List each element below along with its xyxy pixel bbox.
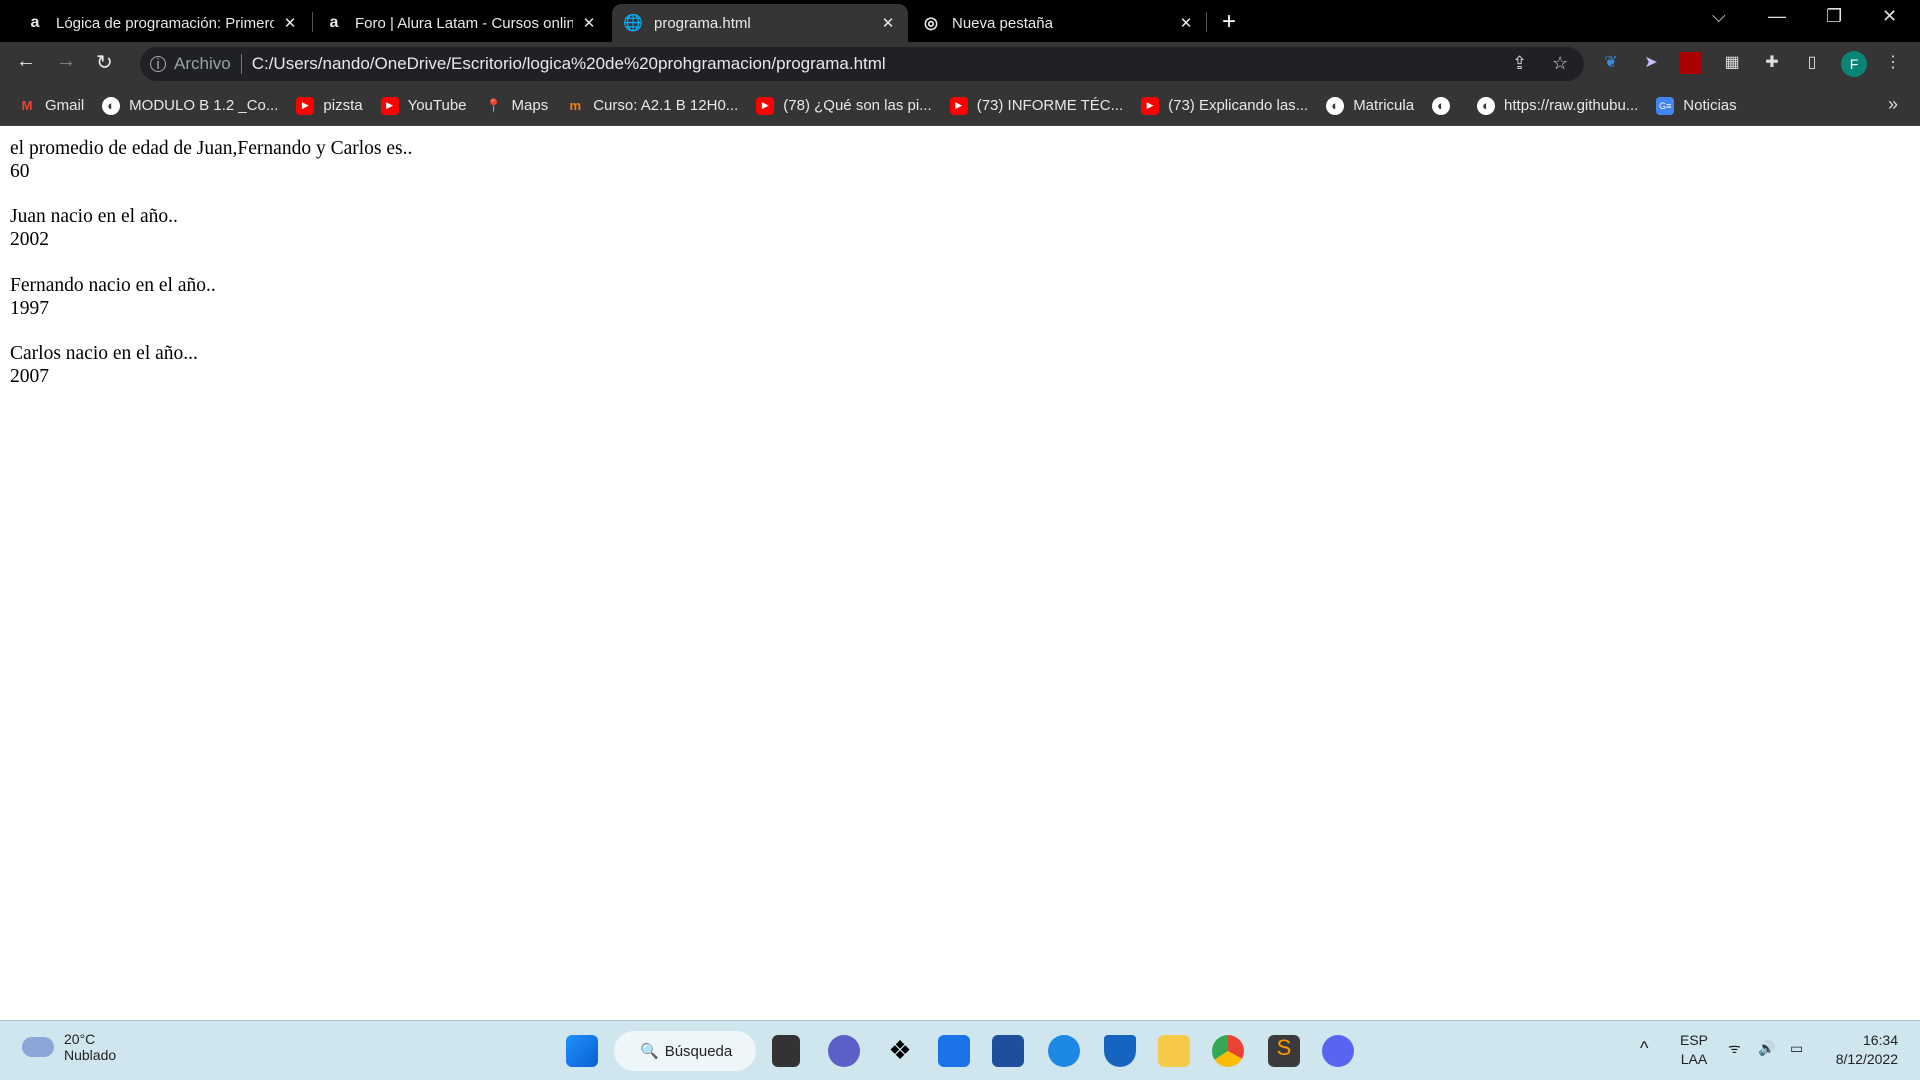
extensions-puzzle-icon[interactable]: ✚ [1761,52,1783,74]
average-value: 60 [10,160,30,182]
average-label: el promedio de edad de Juan,Fernando y C… [10,138,413,159]
bookmark-gmail[interactable]: M Gmail [18,97,85,115]
juan-value: 2002 [10,229,49,251]
youtube-icon: ▶ [756,96,775,115]
tab-programa[interactable]: 🌐 programa.html ✕ [612,4,908,42]
weather-widget[interactable]: 20°C Nublado [22,1031,116,1063]
reload-button[interactable]: ↻ [96,50,113,75]
bookmark-star-icon[interactable]: ☆ [1552,53,1568,74]
windows-start-icon[interactable] [566,1035,598,1067]
url-text[interactable]: C:/Users/nando/OneDrive/Escritorio/logic… [252,54,886,74]
wifi-icon[interactable]: ᯤ [1728,1039,1741,1058]
dropbox-icon[interactable]: ❖ [884,1035,916,1067]
bookmark-github-raw[interactable]: ◐ https://raw.githubu... [1477,96,1638,115]
sublime-text-icon[interactable]: S [1268,1035,1300,1067]
avatar[interactable]: F [1841,51,1867,77]
carlos-label: Carlos nacio en el año... [10,343,198,365]
tab-nueva-pestana[interactable]: ◎ Nueva pestaña ✕ [910,4,1206,42]
close-tab-icon[interactable]: ✕ [1178,14,1194,32]
restore-button[interactable]: ❐ [1826,6,1842,27]
close-tab-icon[interactable]: ✕ [581,14,597,32]
side-panel-icon[interactable]: ▯ [1801,52,1823,74]
forward-button[interactable]: → [56,50,76,73]
search-icon: 🔍 [640,1043,659,1060]
extension-red-icon[interactable] [1680,52,1702,74]
task-view-icon[interactable] [772,1035,800,1067]
bookmark-modulo[interactable]: ◐ MODULO B 1.2 _Co... [102,96,278,115]
more-bookmarks-button[interactable]: » [1888,94,1898,115]
file-explorer-icon[interactable] [1158,1035,1190,1067]
globe-icon: ◐ [102,96,121,115]
bookmark-informe[interactable]: ▶ (73) INFORME TÉC... [949,96,1123,115]
bookmark-curso[interactable]: m Curso: A2.1 B 12H0... [566,97,738,115]
globe-icon: ◐ [1477,96,1496,115]
extension-cursor-icon[interactable]: ➤ [1640,52,1662,74]
carlos-value: 2007 [10,365,49,387]
bookmark-explicando[interactable]: ▶ (73) Explicando las... [1141,96,1308,115]
minimize-button[interactable]: — [1768,6,1786,27]
alura-icon: a [329,14,339,31]
globe-icon: ◐ [1326,96,1345,115]
bookmarks-bar: M Gmail ◐ MODULO B 1.2 _Co... ▶ pizsta ▶ You… [0,86,1920,126]
back-button[interactable]: ← [16,50,36,73]
globe-icon: 🌐 [623,15,643,32]
qr-code-icon[interactable]: ▦ [1721,52,1743,74]
extension-feather-icon[interactable]: ❦ [1600,52,1622,74]
cloud-icon [22,1037,54,1057]
menu-kebab-icon[interactable]: ⋮ [1882,52,1904,74]
bookmark-matricula[interactable]: ◐ Matricula [1326,96,1414,115]
discord-icon[interactable] [1322,1035,1354,1067]
maps-icon: 📍 [485,97,502,113]
bookmark-noticias[interactable]: G≡ Noticias [1656,96,1737,115]
tab-divider [1206,12,1207,32]
bookmark-maps[interactable]: 📍 Maps [485,97,548,115]
mail-icon[interactable] [938,1035,970,1067]
close-window-button[interactable]: ✕ [1882,6,1897,27]
youtube-icon: ▶ [949,96,968,115]
taskbar: 20°C Nublado 🔍 Búsqueda ❖ S ^ ESP LAA ᯤ 🔊… [0,1020,1920,1080]
google-news-icon: G≡ [1656,96,1675,115]
tab-foro[interactable]: a Foro | Alura Latam - Cursos online ✕ [313,4,609,42]
youtube-icon: ▶ [1141,96,1160,115]
chevron-up-icon[interactable]: ^ [1640,1039,1648,1058]
search-button[interactable]: 🔍 Búsqueda [614,1031,756,1071]
alura-icon: a [30,14,40,31]
globe-icon: ◐ [1432,96,1451,115]
close-tab-icon[interactable]: ✕ [880,14,896,32]
tab-bar: a Lógica de programación: Primeros ✕ a F… [0,0,1920,42]
tab-logica[interactable]: a Lógica de programación: Primeros ✕ [14,4,310,42]
volume-icon[interactable]: 🔊 [1758,1039,1775,1058]
help-icon[interactable] [1048,1035,1080,1067]
youtube-icon: ▶ [380,96,399,115]
clock[interactable]: 16:34 8/12/2022 [1826,1031,1898,1069]
juan-label: Juan nacio en el año.. [10,206,178,228]
bookmark-pizsta[interactable]: ▶ pizsta [296,96,363,115]
battery-icon[interactable]: ▭ [1790,1039,1803,1058]
bookmark-untitled[interactable]: ◐ [1432,96,1459,115]
page-content: el promedio de edad de Juan,Fernando y C… [10,138,412,389]
tab-search-button[interactable]: ⌵ [1712,6,1726,27]
chrome-icon: ◎ [924,15,938,32]
close-tab-icon[interactable]: ✕ [282,14,298,32]
share-icon[interactable]: ⇪ [1512,53,1527,74]
youtube-icon: ▶ [296,96,315,115]
chrome-icon[interactable] [1212,1035,1244,1067]
fernando-value: 1997 [10,297,49,319]
info-icon[interactable]: i [150,56,166,73]
microsoft-store-icon[interactable] [992,1035,1024,1067]
bookmark-youtube[interactable]: ▶ YouTube [380,96,467,115]
toolbar: ← → ↻ i Archivo C:/Users/nando/OneDrive/… [0,42,1920,86]
fernando-label: Fernando nacio en el año.. [10,274,216,296]
security-shield-icon[interactable] [1104,1035,1136,1067]
new-tab-button[interactable]: + [1222,8,1236,36]
divider [240,54,242,74]
moodle-icon: m [569,98,581,113]
language-indicator[interactable]: ESP LAA [1680,1031,1708,1069]
teams-chat-icon[interactable] [828,1035,860,1067]
bookmark-78[interactable]: ▶ (78) ¿Qué son las pi... [756,96,932,115]
address-bar[interactable]: i Archivo C:/Users/nando/OneDrive/Escrit… [140,47,1584,81]
gmail-icon: M [21,98,33,113]
